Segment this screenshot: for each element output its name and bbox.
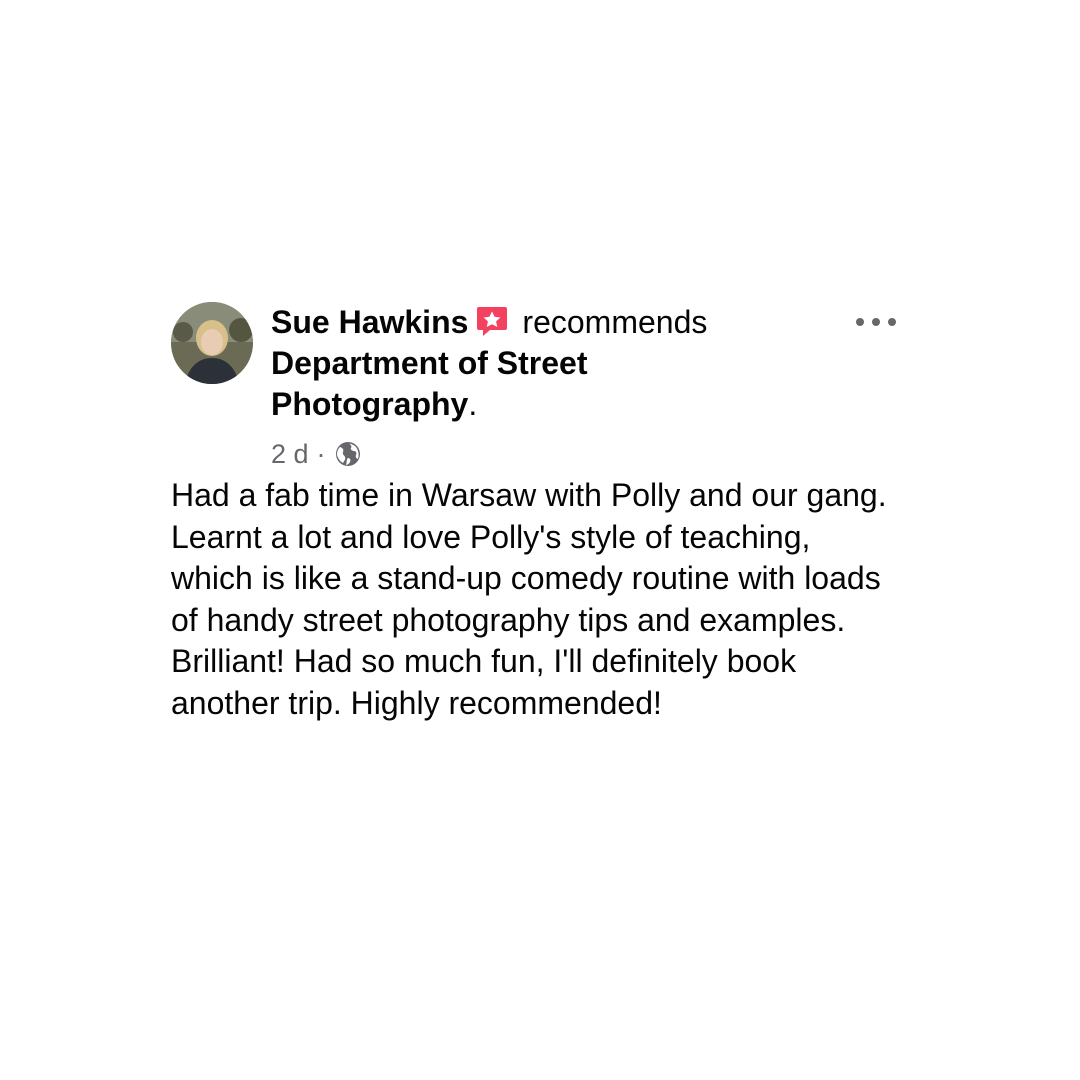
post-headline: Sue Hawkins recommends Department of Stre… <box>271 300 791 425</box>
recommend-star-icon <box>474 303 510 339</box>
meta-separator: · <box>316 438 326 469</box>
author-name[interactable]: Sue Hawkins <box>271 304 468 340</box>
more-dot <box>872 318 880 326</box>
post-body-text: Had a fab time in Warsaw with Polly and … <box>171 477 887 721</box>
post-meta: 2 d · <box>271 437 896 471</box>
globe-icon[interactable] <box>334 440 362 468</box>
post-header: Sue Hawkins recommends Department of Stre… <box>171 300 896 471</box>
avatar[interactable] <box>171 302 253 384</box>
more-dot <box>888 318 896 326</box>
recommended-page-name[interactable]: Department of Street Photography <box>271 345 588 422</box>
recommendation-post: Sue Hawkins recommends Department of Stre… <box>171 300 896 724</box>
headline-period: . <box>468 386 478 422</box>
more-dot <box>856 318 864 326</box>
more-options-icon[interactable] <box>856 310 896 334</box>
post-timestamp[interactable]: 2 d <box>271 439 309 470</box>
recommends-verb: recommends <box>522 304 708 340</box>
